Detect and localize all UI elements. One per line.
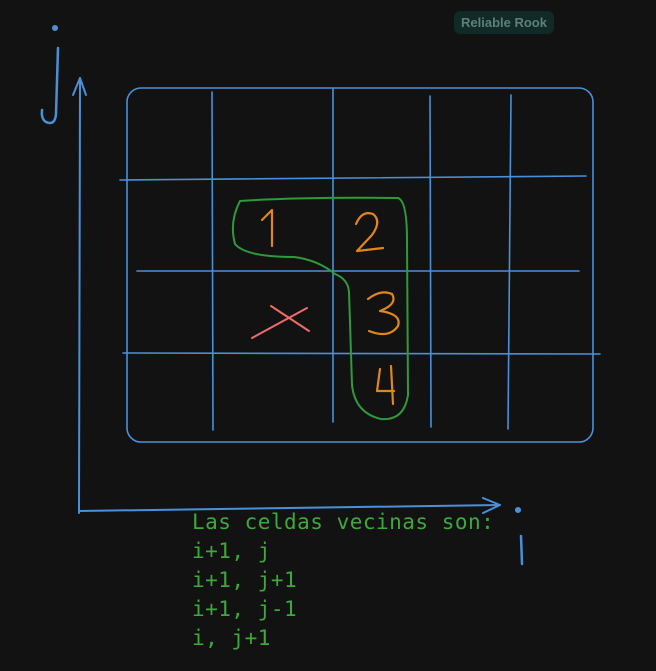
notes-line: i+1, j bbox=[192, 539, 271, 563]
grid-row-line-1 bbox=[119, 175, 587, 181]
vertical-axis bbox=[72, 77, 87, 514]
grid-row-line-3 bbox=[122, 352, 601, 355]
grid-col-line-4 bbox=[507, 94, 512, 430]
cell-label-2 bbox=[354, 212, 385, 253]
axis-label-i bbox=[514, 506, 524, 566]
notes-heading: Las celdas vecinas son: bbox=[192, 510, 495, 534]
axis-label-j bbox=[40, 24, 60, 125]
grid-lines bbox=[119, 88, 601, 431]
current-cell-cross bbox=[251, 305, 310, 339]
cell-label-1 bbox=[260, 208, 274, 248]
neighbour-highlight bbox=[231, 196, 409, 421]
grid-col-line-3 bbox=[429, 95, 432, 428]
cell-label-3 bbox=[366, 291, 400, 336]
grid-frame bbox=[126, 87, 594, 443]
notes-text: Las celdas vecinas son: i+1, j i+1, j+1 … bbox=[192, 508, 494, 653]
notes-line: i+1, j+1 bbox=[192, 568, 298, 592]
notes-line: i, j+1 bbox=[192, 626, 271, 650]
grid-col-line-1 bbox=[211, 91, 214, 431]
notes-line: i+1, j-1 bbox=[192, 597, 298, 621]
cell-label-4 bbox=[375, 364, 396, 406]
